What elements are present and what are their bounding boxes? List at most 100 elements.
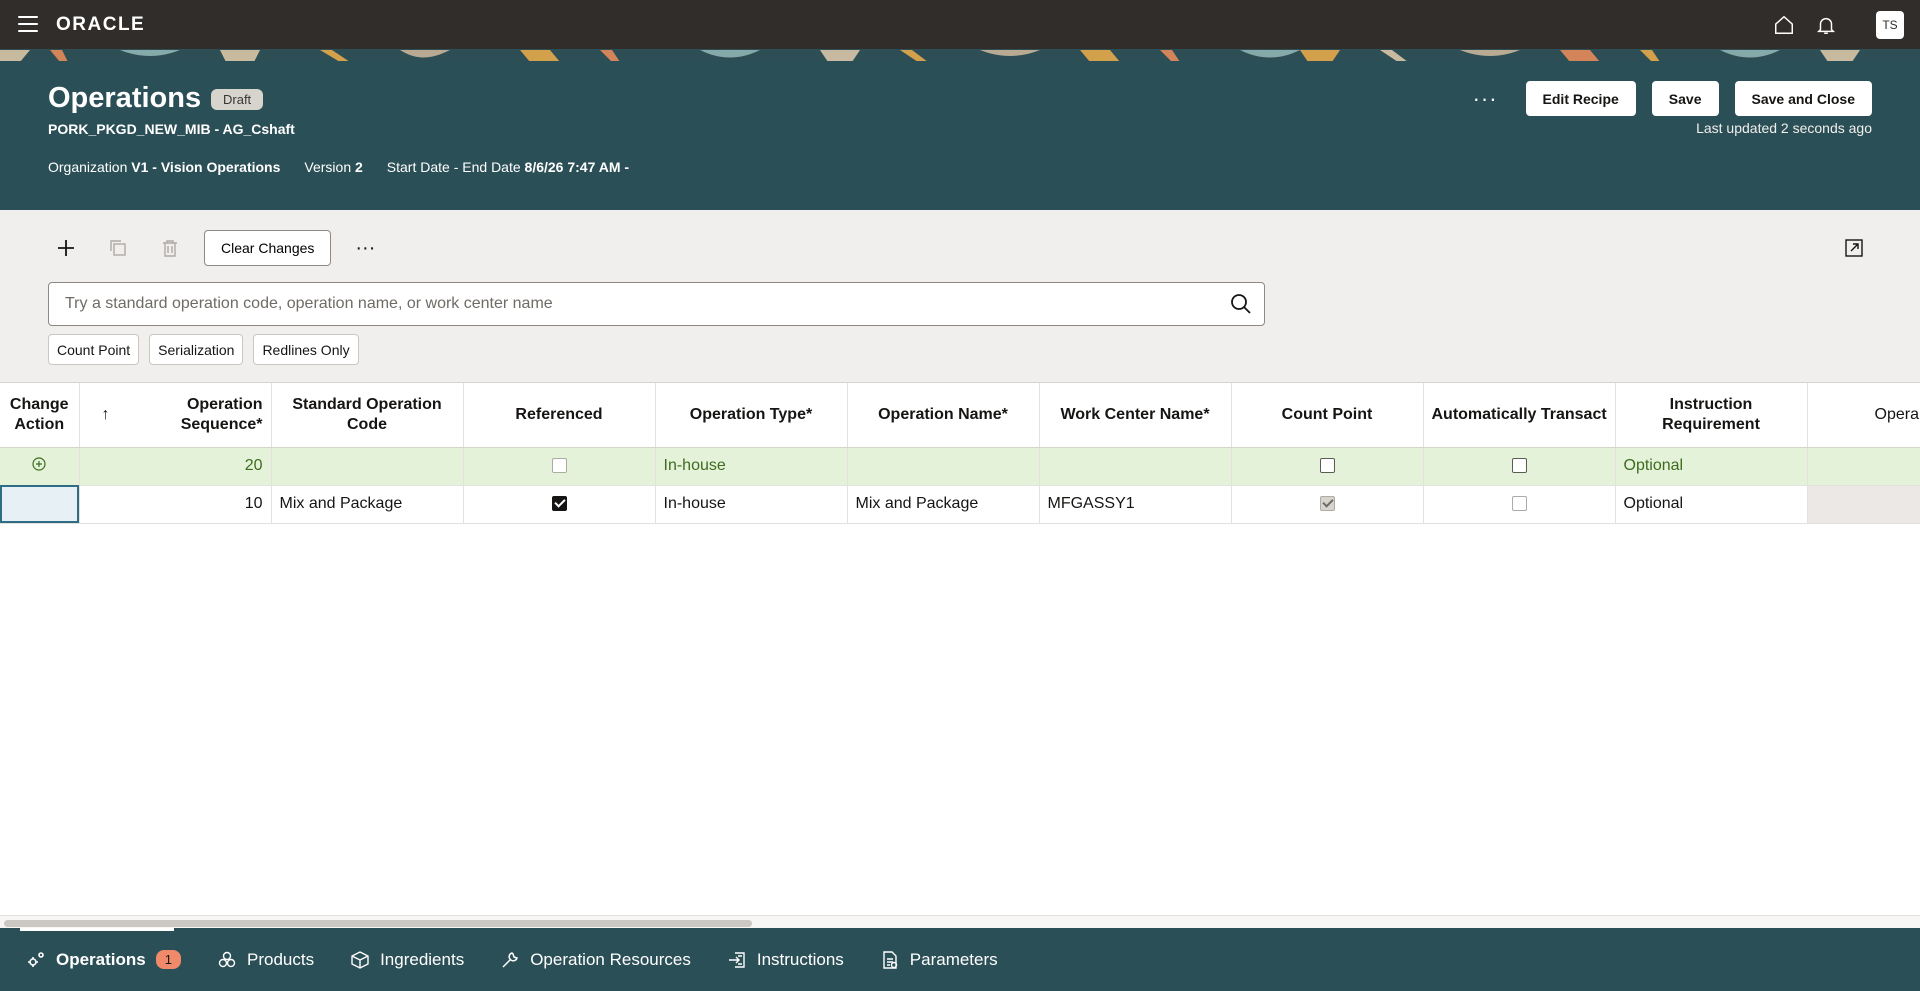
column-header-operation-name[interactable]: Operation Name*	[847, 383, 1040, 448]
gears-icon	[26, 950, 46, 970]
operation-more-cell[interactable]	[1807, 447, 1920, 486]
page-header: Operations Draft PORK_PKGD_NEW_MIB - AG_…	[0, 61, 1920, 210]
notifications-bell-icon[interactable]	[1814, 13, 1838, 37]
add-icon[interactable]	[48, 230, 84, 266]
count-point-checkbox	[1319, 496, 1335, 512]
tab-products-label: Products	[246, 949, 315, 969]
change-action-cell[interactable]	[0, 447, 80, 486]
more-actions-icon[interactable]: ···	[1473, 87, 1498, 109]
tab-operation-resources-label: Operation Resources	[530, 949, 691, 969]
products-icon	[217, 950, 237, 970]
referenced-cell[interactable]	[463, 485, 656, 524]
decorative-banner	[0, 49, 1920, 61]
organization-value: V1 - Vision Operations	[131, 159, 281, 175]
grid-toolbar: Clear Changes ···	[48, 230, 375, 266]
dates-label: Start Date - End Date	[386, 159, 521, 175]
table-row[interactable]: 20 In-house Optional	[0, 447, 1920, 486]
column-header-operation-more[interactable]: Opera	[1807, 383, 1920, 448]
change-action-cell[interactable]	[0, 485, 80, 524]
version-info: Version 2	[304, 159, 362, 175]
column-header-referenced[interactable]: Referenced	[463, 383, 656, 448]
search-field	[48, 282, 1265, 326]
tab-operations[interactable]: Operations 1	[20, 928, 181, 991]
column-header-operation-sequence[interactable]: ↑ Operation Sequence*	[79, 383, 272, 448]
instruction-requirement-cell[interactable]: Optional	[1615, 485, 1808, 524]
work-center-name-cell[interactable]	[1039, 447, 1232, 486]
instructions-icon	[727, 950, 747, 970]
standard-operation-code-cell[interactable]: Mix and Package	[271, 485, 464, 524]
parameters-icon	[880, 950, 900, 970]
dates-info: Start Date - End Date 8/6/26 7:47 AM -	[387, 159, 629, 175]
recipe-subtitle: PORK_PKGD_NEW_MIB - AG_Cshaft	[48, 121, 295, 137]
delete-icon[interactable]	[152, 230, 188, 266]
dates-value: 8/6/26 7:47 AM -	[524, 159, 630, 175]
column-header-change-action[interactable]: Change Action	[0, 383, 80, 448]
expand-icon[interactable]	[1844, 238, 1864, 258]
search-input[interactable]	[49, 283, 1199, 325]
user-avatar[interactable]: TS	[1876, 11, 1904, 39]
bottom-tab-bar: Operations 1 Products Ingredients Operat…	[0, 928, 1920, 991]
home-icon[interactable]	[1772, 13, 1796, 37]
save-button[interactable]: Save	[1651, 81, 1719, 116]
operations-grid: Change Action ↑ Operation Sequence* Stan…	[0, 382, 1920, 928]
filter-chip-serialization[interactable]: Serialization	[149, 334, 244, 365]
operation-more-cell[interactable]	[1807, 485, 1920, 524]
column-header-operation-type[interactable]: Operation Type*	[655, 383, 848, 448]
hamburger-menu-icon[interactable]	[18, 16, 38, 32]
tab-operations-label: Operations	[56, 949, 146, 969]
oracle-logo[interactable]: ORACLE	[56, 14, 145, 36]
automatically-transact-checkbox	[1511, 496, 1527, 512]
search-icon[interactable]	[1230, 293, 1252, 315]
operations-count-badge: 1	[155, 950, 181, 969]
filter-chip-count-point[interactable]: Count Point	[48, 334, 140, 365]
operation-sequence-cell[interactable]: 10	[79, 485, 272, 524]
operation-sequence-cell[interactable]: 20	[79, 447, 272, 486]
tab-parameters-label: Parameters	[909, 949, 998, 969]
tab-instructions[interactable]: Instructions	[727, 928, 844, 991]
header-meta-row: Organization V1 - Vision Operations Vers…	[48, 159, 629, 175]
work-center-name-cell[interactable]: MFGASSY1	[1039, 485, 1232, 524]
tab-ingredients[interactable]: Ingredients	[350, 928, 464, 991]
save-and-close-button[interactable]: Save and Close	[1734, 81, 1872, 116]
operation-type-cell[interactable]: In-house	[655, 447, 848, 486]
sort-ascending-icon[interactable]: ↑	[102, 405, 110, 425]
filter-chip-redlines-only[interactable]: Redlines Only	[253, 334, 359, 365]
column-header-instruction-requirement[interactable]: Instruction Requirement	[1615, 383, 1808, 448]
filter-chips: Count Point Serialization Redlines Only	[48, 334, 359, 365]
clear-changes-button[interactable]: Clear Changes	[204, 230, 332, 266]
duplicate-icon[interactable]	[100, 230, 136, 266]
referenced-cell[interactable]	[463, 447, 656, 486]
column-header-standard-operation-code[interactable]: Standard Operation Code	[271, 383, 464, 448]
toolbar-more-icon[interactable]: ···	[355, 238, 375, 258]
edit-recipe-button[interactable]: Edit Recipe	[1525, 81, 1636, 116]
tab-products[interactable]: Products	[217, 928, 314, 991]
tab-parameters[interactable]: Parameters	[880, 928, 998, 991]
count-point-cell[interactable]	[1231, 447, 1424, 486]
version-value: 2	[355, 159, 363, 175]
column-header-count-point[interactable]: Count Point	[1231, 383, 1424, 448]
automatically-transact-checkbox[interactable]	[1511, 458, 1527, 474]
count-point-checkbox[interactable]	[1319, 458, 1335, 474]
added-row-icon	[32, 456, 46, 471]
operation-name-cell[interactable]	[847, 447, 1040, 486]
tab-ingredients-label: Ingredients	[380, 949, 465, 969]
automatically-transact-cell[interactable]	[1423, 485, 1616, 524]
scrollbar-thumb[interactable]	[4, 920, 752, 927]
version-label: Version	[304, 159, 352, 175]
referenced-checkbox[interactable]	[551, 496, 567, 512]
table-row[interactable]: 10 Mix and Package In-house Mix and Pack…	[0, 485, 1920, 524]
column-header-automatically-transact[interactable]: Automatically Transact	[1423, 383, 1616, 448]
operation-type-cell[interactable]: In-house	[655, 485, 848, 524]
tab-instructions-label: Instructions	[756, 949, 844, 969]
referenced-checkbox[interactable]	[551, 458, 567, 474]
tab-operation-resources[interactable]: Operation Resources	[500, 928, 691, 991]
instruction-requirement-cell[interactable]: Optional	[1615, 447, 1808, 486]
wrench-icon	[500, 950, 520, 970]
automatically-transact-cell[interactable]	[1423, 447, 1616, 486]
column-header-work-center-name[interactable]: Work Center Name*	[1039, 383, 1232, 448]
organization-label: Organization	[48, 159, 128, 175]
standard-operation-code-cell[interactable]	[271, 447, 464, 486]
operation-name-cell[interactable]: Mix and Package	[847, 485, 1040, 524]
horizontal-scrollbar[interactable]	[0, 915, 1920, 928]
count-point-cell[interactable]	[1231, 485, 1424, 524]
